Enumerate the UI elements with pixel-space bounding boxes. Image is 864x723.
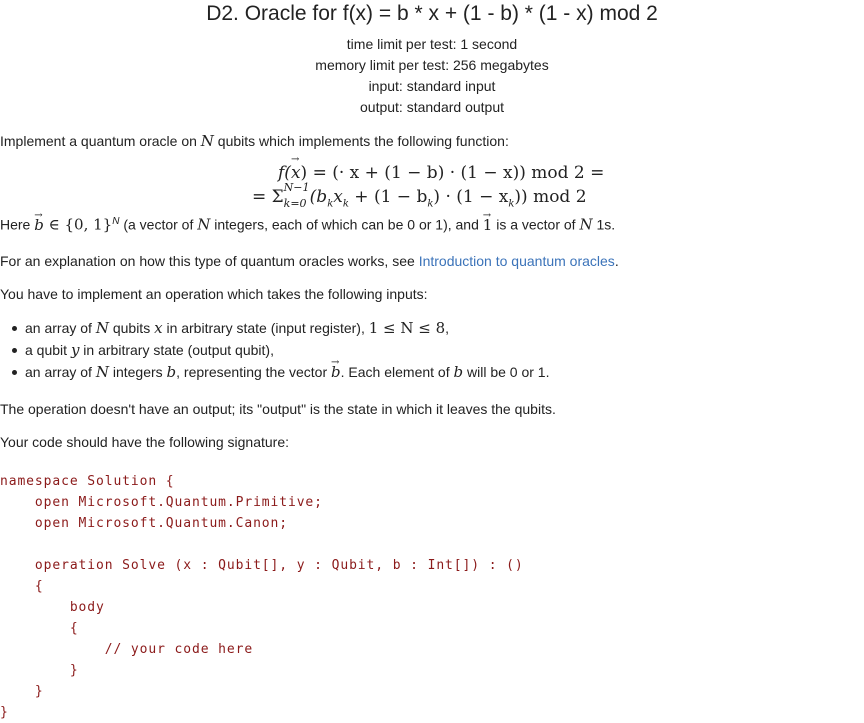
- bullet-text: an array of: [25, 364, 96, 380]
- equation-line-2: = Σ N−1 k=0 (bkxk + (1 − bk) · (1 − xk)) mo…: [252, 181, 587, 210]
- eq-f: f(: [278, 163, 291, 183]
- bullet-text: will be 0 or 1.: [463, 364, 550, 380]
- code-signature: namespace Solution { open Microsoft.Quan…: [0, 474, 524, 720]
- problem-title: D2. Oracle for f(x) = b * x + (1 - b) * …: [206, 2, 658, 25]
- intro-text: Implement a quantum oracle on: [0, 133, 201, 149]
- eq-mid: + (1 − b: [348, 187, 428, 207]
- here-text: Here: [0, 216, 35, 233]
- eq-part: ) = (: [300, 163, 339, 183]
- eq-sup: N−1: [283, 181, 310, 194]
- math-N: N: [95, 319, 109, 337]
- math-b: b: [166, 363, 177, 381]
- explanation-paragraph: For an explanation on how this type of q…: [0, 252, 619, 270]
- eq-x: x: [333, 187, 343, 207]
- eq-limits: N−1 k=0: [283, 181, 310, 210]
- signature-intro: Your code should have the following sign…: [0, 434, 290, 450]
- list-item: an array of N qubits x in arbitrary stat…: [0, 318, 549, 340]
- eq-sub: k=0: [283, 197, 307, 210]
- here-text-3: is a vector of: [492, 216, 580, 233]
- bullet-text: , representing the vector: [176, 364, 332, 380]
- time-limit: time limit per test: 1 second: [346, 36, 518, 52]
- eq-b: (b: [309, 187, 328, 207]
- eq-mid2: ) · (1 − x: [433, 187, 509, 207]
- output-spec: output: standard output: [360, 99, 504, 115]
- explanation-suffix: .: [614, 253, 619, 269]
- here-paragraph: Here b ∈ {0, 1} N (a vector of N integers…: [0, 207, 616, 234]
- bullet-text: a qubit: [25, 342, 71, 358]
- math-b: b: [453, 363, 464, 381]
- math-b-vec: b: [331, 353, 341, 382]
- eq-end: )) mod 2: [514, 187, 587, 207]
- bullet-text: qubits: [108, 320, 155, 336]
- equation-line-1: f(x) = (· x + (1 − b) · (1 − x)) mod 2 =: [278, 154, 605, 183]
- bullet-text: in arbitrary state (output qubit),: [79, 342, 274, 358]
- math-b-vec: b: [34, 207, 44, 234]
- no-output-paragraph: The operation doesn't have an output; it…: [0, 401, 556, 417]
- math-N: N: [579, 215, 593, 234]
- intro-text-end: qubits which implements the following fu…: [213, 133, 509, 149]
- oracles-intro-link[interactable]: Introduction to quantum oracles: [419, 253, 615, 269]
- inputs-intro: You have to implement an operation which…: [0, 286, 428, 302]
- math-N: N: [95, 363, 109, 381]
- bullet-text: in arbitrary state (input register),: [162, 320, 369, 336]
- list-item: a qubit y in arbitrary state (output qub…: [0, 340, 549, 362]
- math-one-vec: 1: [483, 207, 493, 234]
- bullet-text: . Each element of: [340, 364, 454, 380]
- here-text-2: integers, each of which can be 0 or 1), …: [210, 216, 483, 233]
- math-range: 1 ≤ N ≤ 8: [368, 319, 446, 337]
- bullet-text: ,: [445, 320, 450, 336]
- explanation-text: For an explanation on how this type of q…: [0, 253, 419, 269]
- intro-paragraph: Implement a quantum oracle on N qubits w…: [0, 132, 509, 150]
- input-spec: input: standard input: [368, 78, 496, 94]
- list-item: an array of N integers b, representing t…: [0, 353, 550, 384]
- memory-limit: memory limit per test: 256 megabytes: [315, 57, 549, 73]
- bullet-text: an array of: [25, 320, 96, 336]
- math-x: x: [154, 319, 163, 337]
- math-N: N: [197, 215, 211, 234]
- eq-rest: · x + (1 − b) · (1 − x)) mod 2 =: [338, 163, 605, 183]
- here-text-4: 1s.: [592, 216, 616, 233]
- bullet-text: integers: [108, 364, 167, 380]
- here-text-1: (a vector of: [119, 216, 198, 233]
- math-set: ∈ {0, 1}: [43, 215, 113, 234]
- inputs-list: an array of N qubits x in arbitrary stat…: [0, 318, 549, 384]
- eq-x-vec: x: [291, 154, 301, 183]
- eq-sum: = Σ: [252, 187, 284, 207]
- math-N: N: [200, 132, 214, 150]
